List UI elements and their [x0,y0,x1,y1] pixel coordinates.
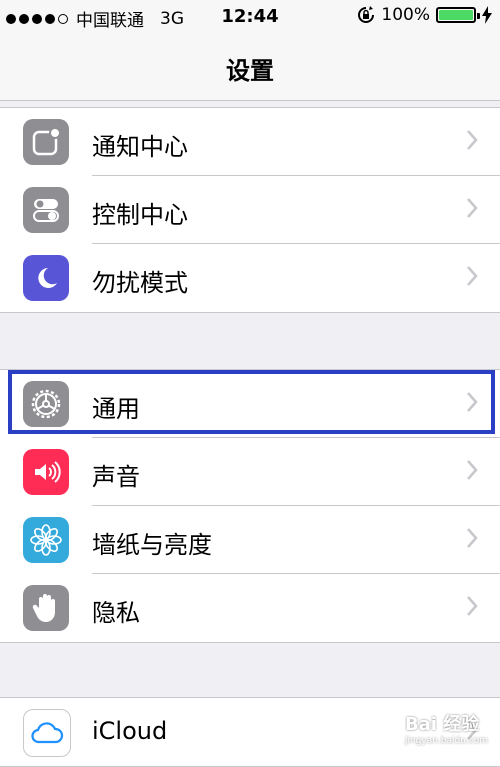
battery-fill [439,10,473,20]
row-label: 隐私 [92,599,140,627]
rotation-lock-icon [358,6,375,23]
row-label: 通知中心 [92,133,188,161]
settings-row-do-not-disturb[interactable]: 勿扰模式 [0,244,500,312]
row-label: 控制中心 [92,201,188,229]
battery-percent: 100% [381,5,430,25]
watermark-brand: Bai 经验 [404,714,480,735]
chevron-right-icon [467,130,478,150]
speaker-icon [23,449,69,495]
chevron-right-icon [467,266,478,286]
notification-center-icon [23,119,69,165]
settings-row-privacy[interactable]: 隐私 [0,574,500,642]
baidu-jingyan-watermark: Bai 经验 jingyan.baidu.com [405,710,488,746]
moon-icon [23,255,69,301]
settings-row-sounds[interactable]: 声音 [0,438,500,506]
battery-icon [436,7,480,23]
settings-row-notification-center[interactable]: 通知中心 [0,108,500,176]
row-label: 墙纸与亮度 [92,531,212,559]
control-center-icon [23,187,69,233]
row-label: iCloud [92,717,168,745]
page-title: 设置 [226,57,274,85]
settings-row-control-center[interactable]: 控制中心 [0,176,500,244]
navigation-bar: 设置 [0,34,500,101]
highlight-box [8,370,495,434]
row-label: 声音 [92,463,140,491]
chevron-right-icon [467,528,478,548]
wallpaper-icon [23,517,69,563]
chevron-right-icon [467,198,478,218]
row-label: 勿扰模式 [92,269,188,297]
chevron-right-icon [467,460,478,480]
charging-icon [482,6,492,24]
chevron-right-icon [467,596,478,616]
status-right: 100% [357,5,492,25]
hand-icon [23,585,69,631]
watermark-url: jingyan.baidu.com [404,736,488,746]
status-bar: 中国联通 3G 12:44 100% [0,0,500,34]
settings-group-1: 通知中心 控制中心 勿扰模式 [0,107,500,313]
settings-row-wallpaper-brightness[interactable]: 墙纸与亮度 [0,506,500,574]
